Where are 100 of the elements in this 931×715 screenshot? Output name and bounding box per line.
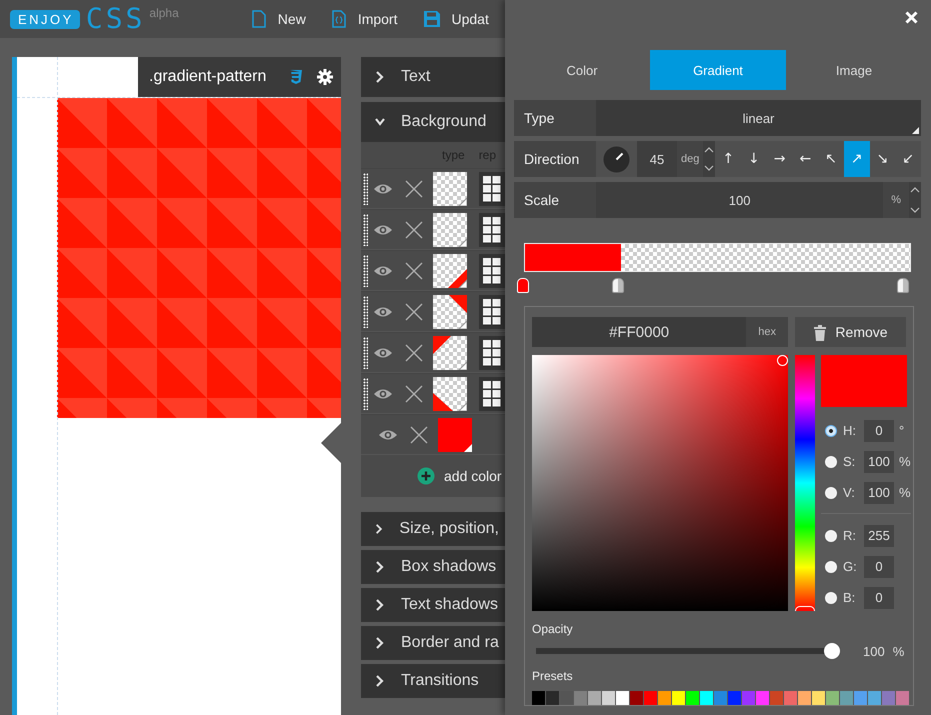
angle-dial-icon[interactable] [603, 146, 630, 172]
preset-swatch[interactable] [616, 691, 629, 705]
delete-x-icon[interactable] [405, 262, 423, 280]
preset-swatch[interactable] [770, 691, 783, 705]
eye-icon[interactable] [373, 346, 393, 360]
direction-button[interactable]: ↙ [895, 141, 921, 177]
accordion-header[interactable]: Size, position, [361, 512, 505, 546]
channel-field[interactable]: 0 [864, 586, 894, 608]
preset-swatch[interactable] [700, 691, 713, 705]
accordion-header[interactable]: Transitions [361, 664, 505, 698]
grid-icon[interactable] [479, 336, 505, 370]
radio-button[interactable] [825, 560, 837, 572]
gradient-bar[interactable] [524, 243, 911, 272]
direction-button[interactable]: → [766, 141, 792, 177]
preset-swatch[interactable] [588, 691, 601, 705]
direction-button[interactable]: ↓ [741, 141, 767, 177]
delete-x-icon[interactable] [410, 426, 428, 444]
layer-thumbnail[interactable] [433, 336, 467, 370]
layer-thumbnail[interactable] [433, 254, 467, 288]
eye-icon[interactable] [373, 264, 393, 278]
preset-swatch[interactable] [560, 691, 573, 705]
color-stop-track[interactable] [517, 277, 911, 294]
preset-swatch[interactable] [574, 691, 587, 705]
picker-handle[interactable] [777, 355, 788, 366]
eye-icon[interactable] [373, 304, 393, 318]
preset-swatch[interactable] [644, 691, 657, 705]
accordion-header[interactable]: Border and ra [361, 626, 505, 660]
radio-button[interactable] [825, 456, 837, 468]
drag-handle[interactable] [363, 336, 368, 368]
opacity-slider-thumb[interactable] [824, 643, 840, 659]
color-thumbnail[interactable] [438, 418, 472, 452]
menu-button[interactable]: Updat [424, 10, 489, 28]
tab[interactable]: Color [514, 50, 650, 90]
preset-swatch[interactable] [812, 691, 825, 705]
accordion-header[interactable]: Background [361, 102, 505, 142]
layer-thumbnail[interactable] [433, 172, 467, 206]
eye-icon[interactable] [373, 182, 393, 196]
preset-swatch[interactable] [798, 691, 811, 705]
preset-swatch[interactable] [532, 691, 545, 705]
channel-field[interactable]: 255 [864, 524, 894, 546]
channel-field[interactable]: 100 [864, 482, 894, 504]
angle-field[interactable]: 45 deg [637, 141, 716, 177]
eye-icon[interactable] [373, 222, 393, 236]
radio-button[interactable] [825, 592, 837, 604]
drag-handle[interactable] [363, 214, 368, 246]
drag-handle[interactable] [363, 254, 368, 286]
drag-handle[interactable] [363, 172, 368, 204]
channel-field[interactable]: 0 [864, 420, 894, 442]
grid-icon[interactable] [479, 376, 505, 410]
preset-swatch[interactable] [672, 691, 685, 705]
preset-swatch[interactable] [854, 691, 867, 705]
hex-field[interactable]: #FF0000 hex [532, 317, 788, 347]
tab[interactable]: Image [786, 50, 922, 90]
grid-icon[interactable] [479, 212, 505, 246]
close-icon[interactable] [905, 11, 918, 24]
preset-swatch[interactable] [658, 691, 671, 705]
settings-icon[interactable] [317, 69, 333, 85]
color-stop-handle[interactable] [612, 278, 624, 293]
preset-swatch[interactable] [728, 691, 741, 705]
drag-handle[interactable] [363, 296, 368, 328]
layer-thumbnail[interactable] [433, 294, 467, 328]
scale-field[interactable]: 100 % [596, 182, 921, 218]
radio-button[interactable] [825, 530, 837, 542]
saturation-value-square[interactable] [532, 355, 788, 611]
delete-x-icon[interactable] [405, 180, 423, 198]
preset-swatch[interactable] [630, 691, 643, 705]
preset-swatch[interactable] [840, 691, 853, 705]
preset-swatch[interactable] [896, 691, 909, 705]
preset-swatch[interactable] [546, 691, 559, 705]
layer-thumbnail[interactable] [433, 212, 467, 246]
accordion-header[interactable]: Box shadows [361, 550, 505, 584]
grid-icon[interactable] [479, 254, 505, 288]
accordion-header[interactable]: Text [361, 57, 505, 97]
color-stop-handle[interactable] [897, 278, 909, 293]
channel-field[interactable]: 100 [864, 450, 894, 472]
grid-icon[interactable] [479, 294, 505, 328]
delete-x-icon[interactable] [405, 302, 423, 320]
type-select[interactable]: linear [596, 100, 921, 136]
menu-button[interactable]: New [252, 10, 306, 28]
preset-swatch[interactable] [686, 691, 699, 705]
preset-swatch[interactable] [882, 691, 895, 705]
direction-button[interactable]: ↑ [715, 141, 742, 177]
resize-corner-icon[interactable] [912, 127, 919, 134]
delete-x-icon[interactable] [405, 220, 423, 238]
drag-handle[interactable] [363, 378, 368, 410]
direction-button[interactable]: ↖ [818, 141, 844, 177]
preset-swatch[interactable] [868, 691, 881, 705]
hue-handle[interactable] [795, 606, 815, 611]
direction-button[interactable]: ← [792, 141, 818, 177]
delete-x-icon[interactable] [405, 344, 423, 362]
delete-x-icon[interactable] [405, 384, 423, 402]
preset-swatch[interactable] [784, 691, 797, 705]
menu-button[interactable]: Import [332, 10, 398, 28]
hue-slider[interactable] [795, 355, 815, 611]
preset-swatch[interactable] [742, 691, 755, 705]
preset-swatch[interactable] [714, 691, 727, 705]
radio-button[interactable] [825, 424, 837, 436]
eye-icon[interactable] [373, 386, 393, 400]
accordion-header[interactable]: Text shadows [361, 588, 505, 622]
direction-button[interactable]: ↘ [870, 141, 896, 177]
